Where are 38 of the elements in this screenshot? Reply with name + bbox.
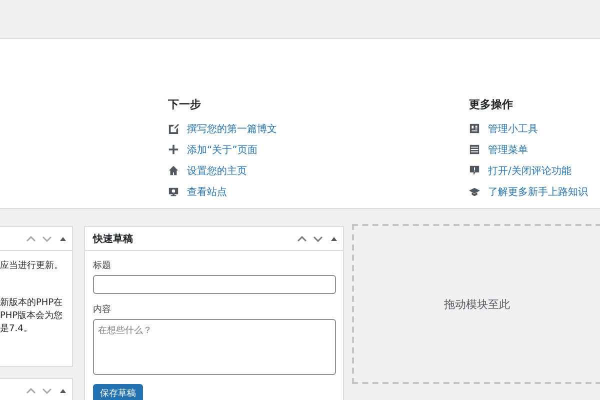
action-link[interactable]: 了解更多新手上路知识 bbox=[488, 184, 588, 198]
monitor-icon bbox=[168, 186, 179, 197]
action-link[interactable]: 管理小工具 bbox=[488, 122, 538, 136]
move-up-icon[interactable] bbox=[26, 236, 36, 242]
move-up-icon[interactable] bbox=[297, 236, 307, 242]
move-up-icon[interactable] bbox=[26, 388, 36, 394]
widgets-icon bbox=[469, 123, 480, 134]
edit-icon bbox=[168, 123, 179, 134]
panel-text: PHP版本会为您 bbox=[0, 310, 64, 323]
section-heading: 更多操作 bbox=[469, 97, 514, 112]
title-field[interactable] bbox=[93, 275, 336, 294]
field-label: 标题 bbox=[93, 260, 111, 272]
list-icon bbox=[469, 144, 480, 155]
panel-text: 是7.4。 bbox=[0, 323, 34, 336]
home-icon bbox=[168, 165, 179, 176]
collapse-icon[interactable] bbox=[60, 236, 66, 240]
move-down-icon[interactable] bbox=[313, 236, 323, 242]
action-link[interactable]: 打开/关闭评论功能 bbox=[488, 164, 572, 178]
move-down-icon[interactable] bbox=[42, 236, 52, 242]
action-link[interactable]: 管理菜单 bbox=[488, 142, 528, 156]
panel-text: 应当进行更新。 bbox=[0, 260, 64, 273]
action-link[interactable]: 查看站点 bbox=[187, 184, 227, 198]
action-link[interactable]: 设置您的主页 bbox=[187, 164, 247, 178]
action-link[interactable]: 添加“关于”页面 bbox=[187, 142, 258, 156]
field-label: 内容 bbox=[93, 304, 111, 316]
panel-title: 快速草稿 bbox=[93, 232, 133, 246]
plus-icon bbox=[168, 144, 179, 155]
panel-text: 新版本的PHP在 bbox=[0, 297, 64, 310]
drop-zone-label: 拖动模块至此 bbox=[444, 296, 510, 312]
section-heading: 下一步 bbox=[168, 97, 202, 112]
action-link[interactable]: 撰写您的第一篇博文 bbox=[187, 122, 277, 136]
comment-icon bbox=[469, 165, 480, 176]
move-down-icon[interactable] bbox=[42, 388, 52, 394]
content-field[interactable]: 在想些什么？ bbox=[93, 319, 336, 375]
save-draft-button[interactable]: 保存草稿 bbox=[93, 384, 143, 400]
collapse-icon[interactable] bbox=[331, 236, 337, 240]
graduation-cap-icon bbox=[469, 186, 480, 197]
collapse-icon[interactable] bbox=[60, 388, 66, 392]
